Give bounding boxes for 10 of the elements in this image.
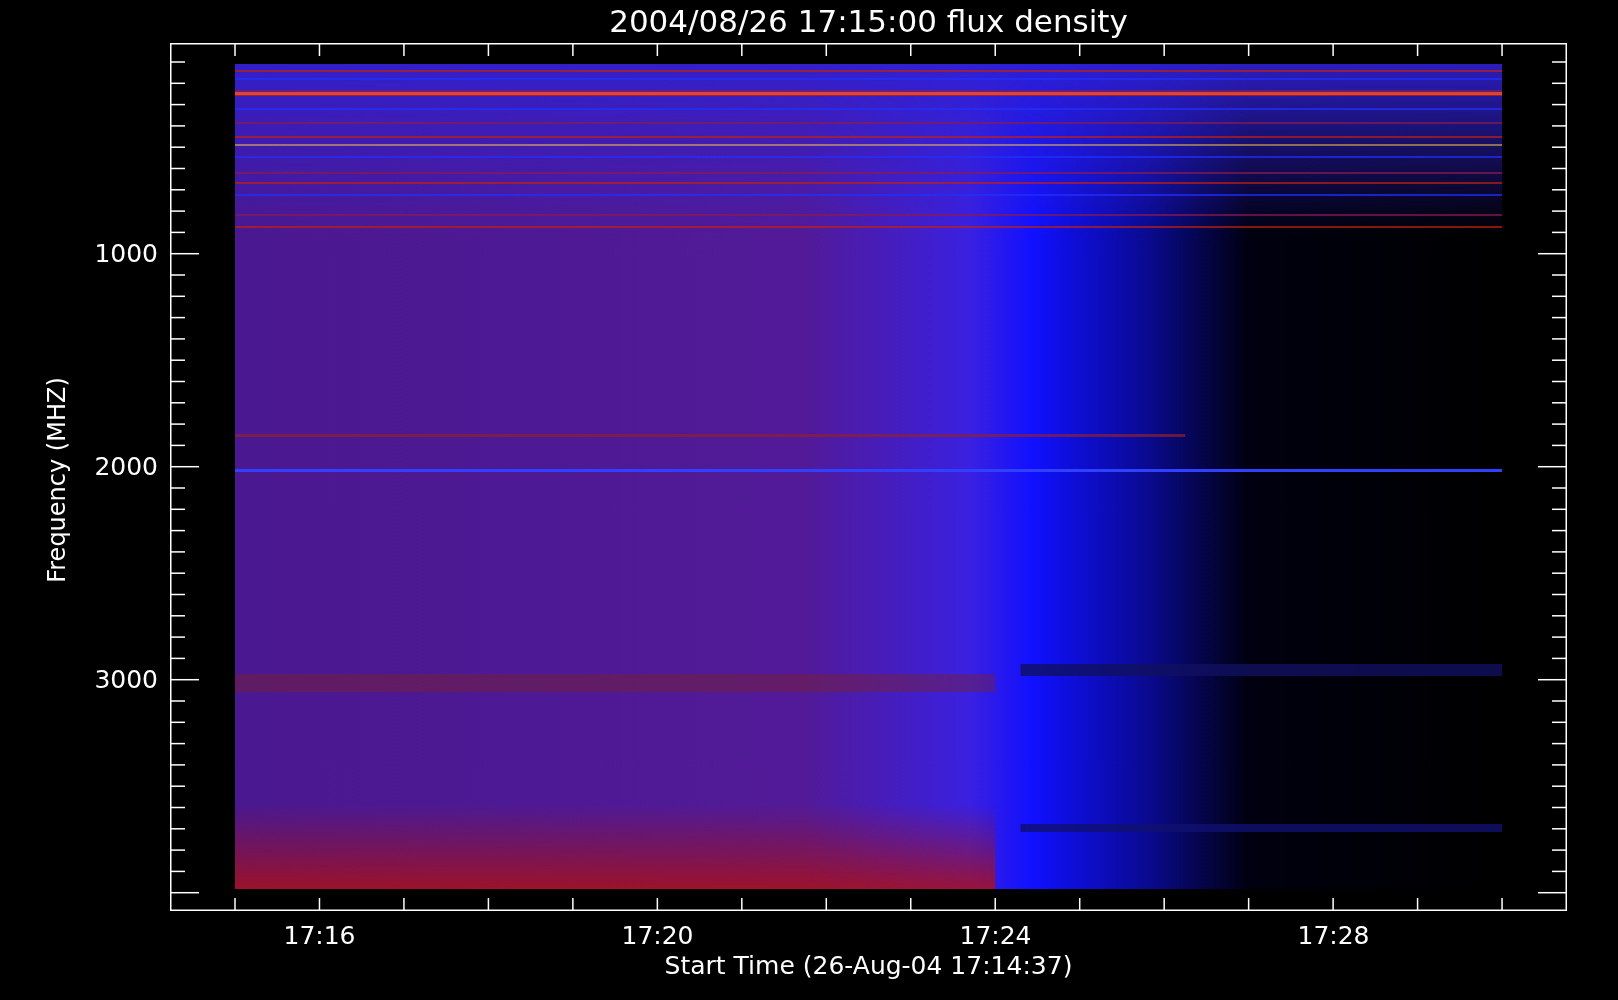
x-tick-label: 17:28 — [1297, 921, 1370, 951]
y-tick-label: 1000 — [94, 240, 158, 268]
y-tick-label: 2000 — [94, 453, 158, 481]
x-axis-label: Start Time (26-Aug-04 17:14:37) — [664, 951, 1073, 981]
x-tick-label: 17:24 — [959, 921, 1032, 951]
x-tick-label: 17:20 — [621, 921, 694, 951]
y-tick-label: 3000 — [94, 666, 158, 694]
y-axis-label: Frequency (MHZ) — [43, 377, 71, 583]
chart-title: 2004/08/26 17:15:00 flux density — [609, 3, 1128, 39]
x-tick-label: 17:16 — [283, 921, 356, 951]
